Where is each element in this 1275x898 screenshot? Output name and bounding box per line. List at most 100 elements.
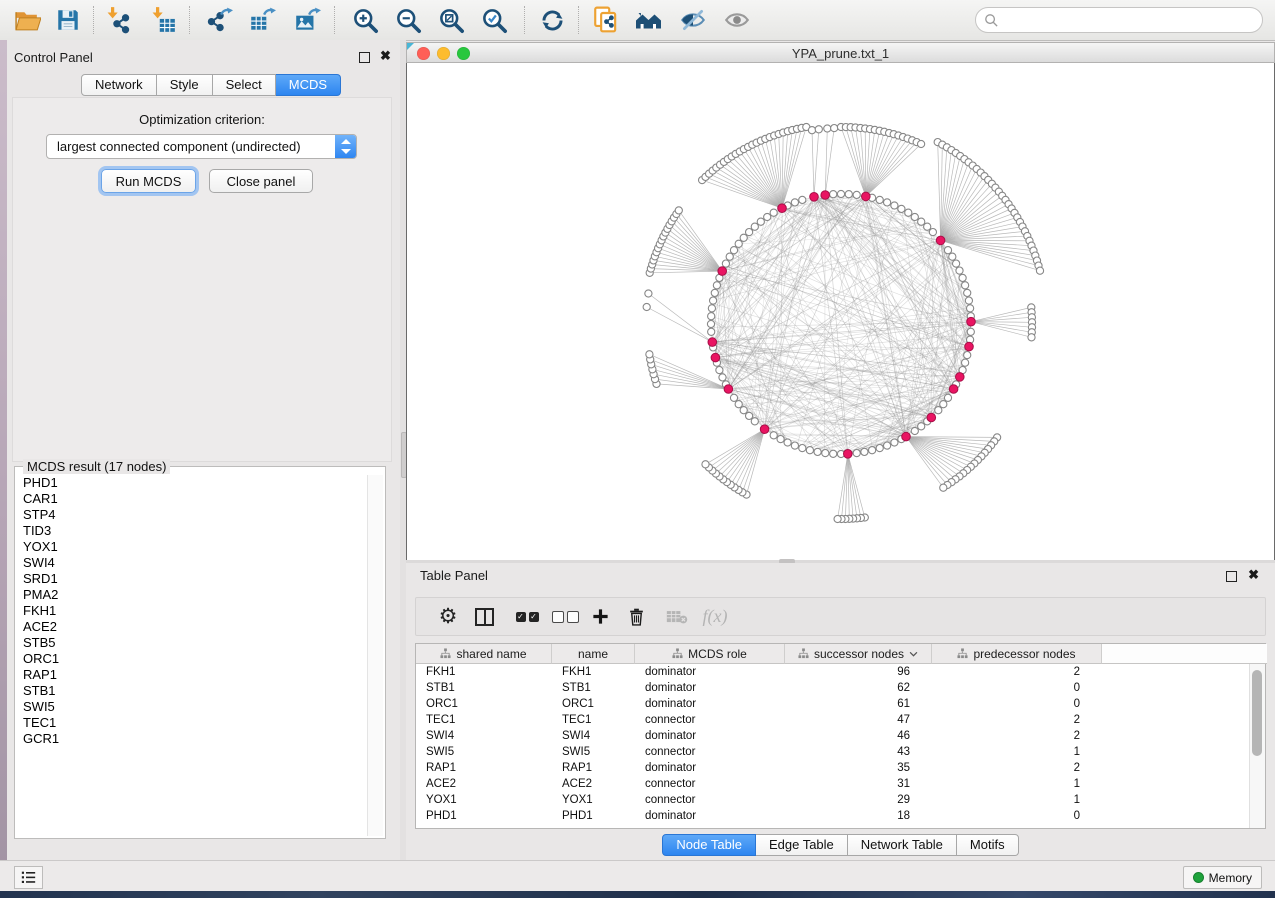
network-node[interactable] <box>822 450 829 457</box>
mcds-node[interactable] <box>927 413 936 422</box>
clone-network-button[interactable] <box>590 5 622 35</box>
network-node[interactable] <box>719 374 726 381</box>
table-options-button[interactable]: ⚙ <box>434 598 462 635</box>
network-node[interactable] <box>751 223 758 230</box>
mcds-node[interactable] <box>810 193 819 202</box>
network-node[interactable] <box>770 432 777 439</box>
network-node[interactable] <box>853 450 860 457</box>
network-node[interactable] <box>799 445 806 452</box>
network-node[interactable] <box>716 367 723 374</box>
table-scrollbar[interactable] <box>1249 664 1265 828</box>
network-node[interactable] <box>964 289 971 296</box>
mcds-node[interactable] <box>821 191 830 200</box>
deselect-all-button[interactable] <box>548 598 582 635</box>
network-node[interactable] <box>967 305 974 312</box>
network-node[interactable] <box>830 191 837 198</box>
save-session-button[interactable] <box>52 5 84 35</box>
network-node[interactable] <box>815 126 822 133</box>
table-row[interactable]: PHD1PHD1dominator180 <box>416 808 1250 824</box>
zoom-out-button[interactable] <box>392 5 424 35</box>
table-row[interactable]: FKH1FKH1dominator962 <box>416 664 1250 680</box>
network-node[interactable] <box>924 223 931 230</box>
network-node[interactable] <box>831 125 838 132</box>
network-node[interactable] <box>1036 267 1043 274</box>
network-node[interactable] <box>740 234 747 241</box>
table-row[interactable]: STB1STB1dominator620 <box>416 680 1250 696</box>
network-node[interactable] <box>746 412 753 419</box>
network-node[interactable] <box>757 218 764 225</box>
zoom-in-button[interactable] <box>349 5 381 35</box>
network-node[interactable] <box>911 427 918 434</box>
select-all-button[interactable]: ✓✓ <box>510 598 544 635</box>
network-node[interactable] <box>710 297 717 304</box>
import-network-button[interactable] <box>102 5 134 35</box>
network-node[interactable] <box>905 209 912 216</box>
tab-edge-table[interactable]: Edge Table <box>756 834 848 856</box>
network-node[interactable] <box>730 247 737 254</box>
close-table-panel-button[interactable]: ✖ <box>1248 569 1259 580</box>
mcds-node[interactable] <box>949 385 958 394</box>
network-node[interactable] <box>962 359 969 366</box>
network-node[interactable] <box>944 394 951 401</box>
memory-button[interactable]: Memory <box>1183 866 1262 889</box>
close-panel-button[interactable]: ✖ <box>380 50 391 61</box>
table-row[interactable]: ORC1ORC1dominator610 <box>416 696 1250 712</box>
network-node[interactable] <box>959 274 966 281</box>
hide-selected-button[interactable] <box>677 5 709 35</box>
mcds-result-item[interactable]: PMA2 <box>17 587 368 603</box>
network-node[interactable] <box>675 207 682 214</box>
network-node[interactable] <box>643 303 650 310</box>
search-input[interactable] <box>999 12 1254 28</box>
network-node[interactable] <box>740 407 747 414</box>
float-panel-button[interactable] <box>359 50 370 68</box>
close-panel-button-mcds[interactable]: Close panel <box>209 169 313 193</box>
export-network-button[interactable] <box>203 5 235 35</box>
network-node[interactable] <box>735 401 742 408</box>
first-neighbors-button[interactable] <box>633 5 665 35</box>
show-all-button[interactable] <box>721 5 753 35</box>
delete-row-button[interactable] <box>622 598 650 635</box>
network-node[interactable] <box>891 439 898 446</box>
network-node[interactable] <box>876 196 883 203</box>
network-node[interactable] <box>708 313 715 320</box>
table-row[interactable]: ACE2ACE2connector311 <box>416 776 1250 792</box>
network-node[interactable] <box>837 190 844 197</box>
tab-style[interactable]: Style <box>157 74 213 96</box>
network-node[interactable] <box>965 297 972 304</box>
mcds-node[interactable] <box>956 373 965 382</box>
column-header-successor-nodes[interactable]: successor nodes <box>785 644 932 664</box>
mcds-result-item[interactable]: ACE2 <box>17 619 368 635</box>
table-row[interactable]: SWI4SWI4dominator462 <box>416 728 1250 744</box>
network-node[interactable] <box>940 484 947 491</box>
table-scrollbar-thumb[interactable] <box>1252 670 1262 756</box>
mcds-node[interactable] <box>760 425 769 434</box>
optimization-select[interactable]: largest connected component (undirected) <box>46 134 357 159</box>
mcds-node[interactable] <box>844 450 853 459</box>
mcds-result-item[interactable]: GCR1 <box>17 731 368 747</box>
mcds-result-item[interactable]: SWI5 <box>17 699 368 715</box>
network-node[interactable] <box>702 461 709 468</box>
column-header-shared-name[interactable]: shared name <box>416 644 552 664</box>
table-row[interactable]: RAP1RAP1dominator352 <box>416 760 1250 776</box>
tab-mcds[interactable]: MCDS <box>276 74 341 96</box>
zoom-fit-button[interactable] <box>435 5 467 35</box>
network-node[interactable] <box>898 205 905 212</box>
network-node[interactable] <box>707 320 714 327</box>
network-node[interactable] <box>949 253 956 260</box>
table-row[interactable]: SWI5SWI5connector431 <box>416 744 1250 760</box>
mcds-result-item[interactable]: ORC1 <box>17 651 368 667</box>
network-node[interactable] <box>918 218 925 225</box>
network-node[interactable] <box>770 209 777 216</box>
network-node[interactable] <box>784 439 791 446</box>
show-columns-button[interactable] <box>470 598 498 635</box>
network-node[interactable] <box>814 448 821 455</box>
network-node[interactable] <box>956 267 963 274</box>
network-node[interactable] <box>777 436 784 443</box>
network-node[interactable] <box>713 282 720 289</box>
network-node[interactable] <box>711 289 718 296</box>
network-node[interactable] <box>929 229 936 236</box>
export-table-button[interactable] <box>246 5 278 35</box>
network-node[interactable] <box>935 407 942 414</box>
run-mcds-button[interactable]: Run MCDS <box>101 169 196 193</box>
export-image-button[interactable] <box>291 5 323 35</box>
